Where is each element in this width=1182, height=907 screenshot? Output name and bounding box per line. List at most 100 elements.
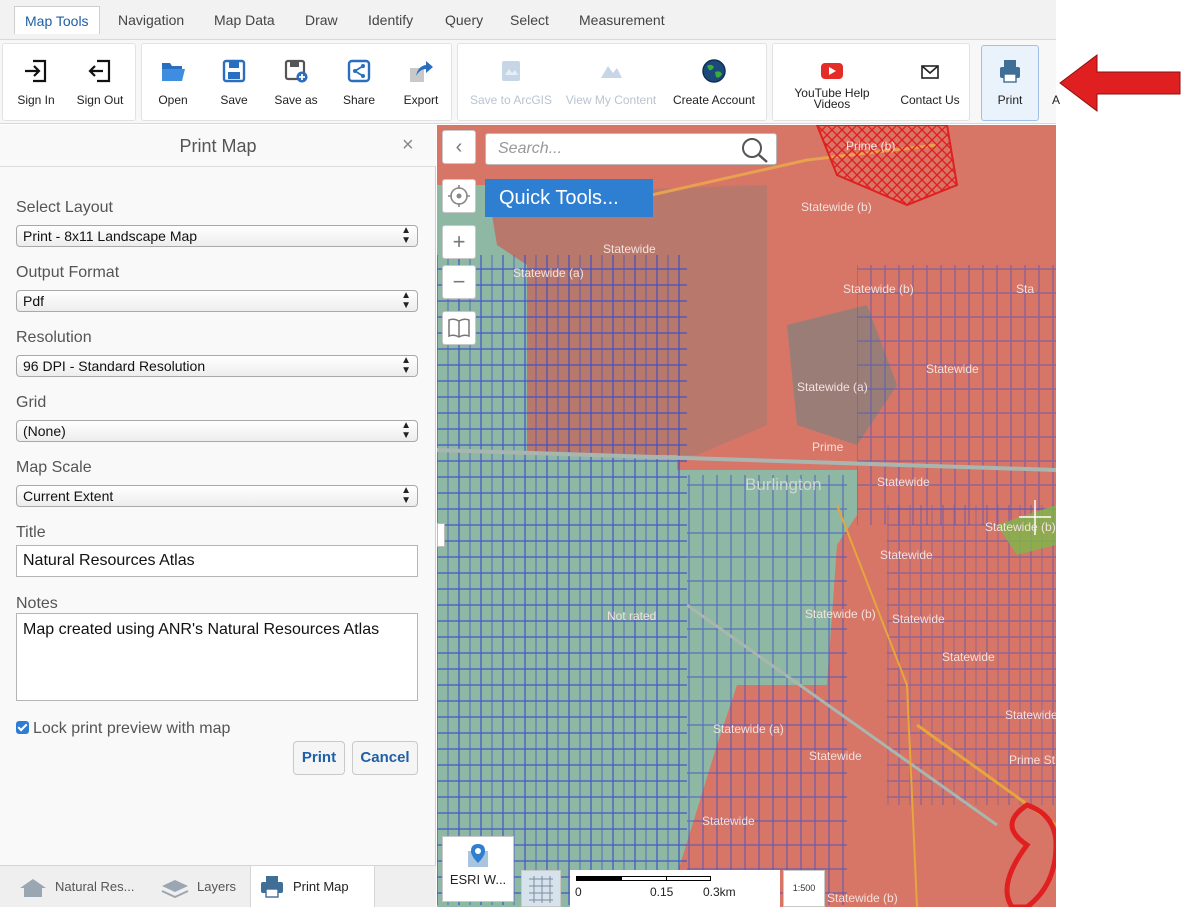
- collapse-panel-button[interactable]: ‹: [442, 130, 476, 164]
- layers-icon: [161, 880, 189, 898]
- share-button[interactable]: Share: [338, 58, 380, 120]
- panel-title: Print Map: [179, 136, 257, 156]
- map-scale-value: Current Extent: [23, 488, 114, 504]
- save-to-arcgis-icon: [502, 61, 520, 81]
- tab-natural-resources-label: Natural Res...: [55, 879, 135, 894]
- zoom-in-button[interactable]: +: [442, 225, 476, 259]
- tab-identify[interactable]: Identify: [358, 6, 423, 34]
- map-view[interactable]: Prime (b) Statewide (b) Statewide Statew…: [437, 125, 1056, 907]
- save-button[interactable]: Save: [213, 58, 255, 120]
- output-format-label: Output Format: [16, 264, 120, 281]
- tab-map-data[interactable]: Map Data: [204, 6, 285, 34]
- chevron-updown-icon: ▲ ▼: [401, 355, 411, 376]
- print-button[interactable]: Print: [988, 58, 1032, 120]
- scale-ratio-button[interactable]: 1:500: [783, 870, 825, 907]
- envelope-icon: [921, 65, 939, 79]
- view-my-content-label: View My Content: [565, 93, 657, 107]
- map-label: Statewide (a): [513, 266, 584, 280]
- tab-navigation[interactable]: Navigation: [108, 6, 194, 34]
- view-my-content-button[interactable]: View My Content: [563, 58, 659, 120]
- map-label: Prime (b): [846, 139, 896, 153]
- grid-dropdown[interactable]: (None) ▲ ▼: [16, 420, 418, 442]
- tab-natural-resources[interactable]: Natural Res...: [18, 866, 148, 907]
- sign-in-icon: [25, 59, 47, 83]
- quick-tools-button[interactable]: Quick Tools...: [485, 179, 653, 217]
- print-submit-button[interactable]: Print: [293, 741, 345, 775]
- map-label: Statewide: [880, 548, 933, 562]
- open-label: Open: [158, 93, 188, 107]
- save-to-arcgis-label: Save to ArcGIS: [469, 93, 553, 107]
- panel-resize-handle[interactable]: [437, 523, 445, 547]
- title-input[interactable]: Natural Resources Atlas: [16, 545, 418, 577]
- open-button[interactable]: Open: [152, 58, 194, 120]
- printer-icon: [1000, 60, 1020, 83]
- tab-print-map-label: Print Map: [293, 879, 349, 894]
- chevron-updown-icon: ▲ ▼: [401, 420, 411, 441]
- tab-layers[interactable]: Layers: [160, 866, 244, 907]
- save-as-button[interactable]: Save as: [271, 58, 321, 120]
- tab-measurement[interactable]: Measurement: [569, 6, 675, 34]
- map-label: Statewide (a): [713, 722, 784, 736]
- locate-button[interactable]: [442, 179, 476, 213]
- create-account-button[interactable]: Create Account: [668, 58, 760, 120]
- tab-draw[interactable]: Draw: [295, 6, 348, 34]
- export-button[interactable]: Export: [400, 58, 442, 120]
- save-as-label: Save as: [274, 93, 318, 107]
- select-layout-value: Print - 8x11 Landscape Map: [23, 228, 198, 244]
- ribbon-tab-bar: Map Tools Navigation Map Data Draw Ident…: [0, 0, 1056, 40]
- title-label: Title: [16, 524, 46, 541]
- zoom-out-button[interactable]: −: [442, 265, 476, 299]
- grid-toggle-button[interactable]: [521, 870, 561, 907]
- map-scale-label: Map Scale: [16, 459, 92, 476]
- map-label: Statewide: [926, 362, 979, 376]
- scale-label-mid: 0.15: [650, 885, 674, 899]
- map-label: Prime St: [1009, 753, 1056, 767]
- scale-label-end: 0.3km: [703, 885, 736, 899]
- map-label: Statewide (b): [801, 200, 872, 214]
- map-label: Not rated: [607, 609, 657, 623]
- sign-in-button[interactable]: Sign In: [13, 58, 59, 120]
- search-icon[interactable]: [741, 137, 769, 163]
- tab-map-tools[interactable]: Map Tools: [14, 6, 100, 34]
- chevron-updown-icon: ▲ ▼: [401, 225, 411, 246]
- grid-icon: [529, 876, 553, 903]
- basemap-button[interactable]: ESRI W...: [442, 836, 514, 902]
- close-icon[interactable]: ×: [402, 134, 414, 157]
- output-format-dropdown[interactable]: Pdf ▲ ▼: [16, 290, 418, 312]
- map-canvas[interactable]: [437, 125, 1056, 907]
- map-label: Prime: [812, 440, 844, 454]
- tab-print-map[interactable]: Print Map: [250, 866, 375, 907]
- resolution-label: Resolution: [16, 329, 92, 346]
- save-as-icon: [284, 59, 308, 83]
- map-label: Statewide: [942, 650, 995, 664]
- print-label: Print: [997, 93, 1023, 107]
- tab-query[interactable]: Query: [435, 6, 493, 34]
- select-layout-dropdown[interactable]: Print - 8x11 Landscape Map ▲ ▼: [16, 225, 418, 247]
- notes-label: Notes: [16, 595, 58, 612]
- contact-us-button[interactable]: Contact Us: [894, 58, 966, 120]
- notes-textarea[interactable]: Map created using ANR's Natural Resource…: [16, 613, 418, 701]
- grid-value: (None): [23, 423, 66, 439]
- bookmarks-button[interactable]: [442, 311, 476, 345]
- grid-label: Grid: [16, 394, 47, 411]
- sign-out-button[interactable]: Sign Out: [72, 58, 128, 120]
- book-icon: [448, 318, 470, 338]
- output-format-value: Pdf: [23, 293, 45, 309]
- map-search-input[interactable]: Search...: [485, 133, 777, 165]
- sign-out-label: Sign Out: [76, 93, 124, 107]
- select-layout-label: Select Layout: [16, 199, 113, 216]
- map-place-label: Burlington: [745, 475, 822, 494]
- resolution-value: 96 DPI - Standard Resolution: [23, 358, 206, 374]
- map-scale-dropdown[interactable]: Current Extent ▲ ▼: [16, 485, 418, 507]
- share-label: Share: [342, 93, 376, 107]
- resolution-dropdown[interactable]: 96 DPI - Standard Resolution ▲ ▼: [16, 355, 418, 377]
- tab-select[interactable]: Select: [500, 6, 559, 34]
- cancel-button[interactable]: Cancel: [352, 741, 418, 775]
- contact-us-label: Contact Us: [900, 93, 960, 107]
- save-to-arcgis-button[interactable]: Save to ArcGIS: [466, 58, 556, 120]
- lock-preview-checkbox[interactable]: Lock print preview with map: [16, 720, 230, 738]
- print-map-panel: Print Map × Select Layout Print - 8x11 L…: [0, 125, 436, 907]
- sign-out-icon: [88, 59, 111, 83]
- youtube-help-button[interactable]: YouTube Help Videos: [786, 58, 878, 120]
- red-arrow-annotation: [1059, 53, 1181, 113]
